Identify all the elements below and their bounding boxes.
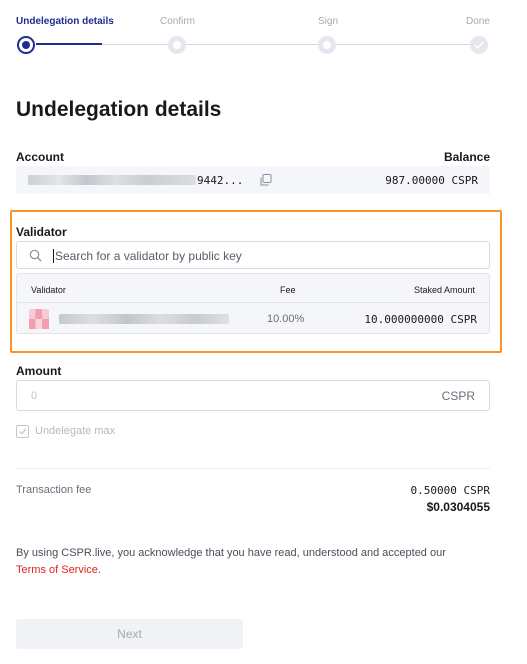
amount-unit: CSPR — [441, 389, 475, 403]
transaction-fee-label: Transaction fee — [16, 484, 92, 496]
text-caret — [53, 249, 54, 263]
account-label: Account — [16, 150, 64, 164]
validator-key-redacted — [59, 314, 229, 324]
column-header-staked-amount: Staked Amount — [413, 285, 475, 295]
validator-avatar — [29, 309, 49, 329]
amount-placeholder: 0 — [31, 390, 38, 402]
account-key-redacted — [28, 175, 196, 185]
account-row: 9442... 987.00000 CSPR — [16, 166, 490, 194]
validator-search-input[interactable]: Search for a validator by public key — [16, 241, 490, 269]
transaction-fee-cspr: 0.50000 CSPR — [410, 484, 490, 497]
checkmark-icon — [19, 428, 27, 435]
step-label-confirm: Confirm — [160, 16, 196, 27]
terms-text: By using CSPR.live, you acknowledge that… — [16, 547, 446, 559]
column-header-validator: Validator — [31, 285, 66, 295]
validator-staked-amount: 10.000000000 CSPR — [364, 313, 477, 326]
account-key: 9442... — [197, 174, 244, 187]
validator-table: Validator Fee Staked Amount 10.00% 10.00… — [16, 273, 490, 334]
terms-suffix: . — [97, 564, 101, 576]
step-connector — [336, 44, 470, 45]
progress-stepper: Undelegation details Confirm Sign Done — [0, 0, 527, 70]
page-title: Undelegation details — [16, 98, 222, 121]
column-header-fee: Fee — [280, 285, 296, 295]
step-connector — [102, 44, 168, 45]
step-indicator-pending — [318, 36, 336, 54]
balance-label: Balance — [443, 150, 490, 164]
section-divider — [16, 468, 490, 469]
step-indicator-pending — [168, 36, 186, 54]
step-connector — [186, 44, 318, 45]
step-indicator-done — [470, 36, 488, 54]
transaction-fee-usd: $0.0304055 — [426, 500, 490, 514]
amount-label: Amount — [16, 364, 62, 378]
balance-value: 987.00000 CSPR — [385, 174, 478, 187]
validator-label: Validator — [16, 225, 67, 239]
copy-icon[interactable] — [259, 173, 273, 187]
step-label-undelegation-details: Undelegation details — [16, 16, 114, 27]
step-label-sign: Sign — [318, 16, 339, 27]
terms-notice: By using CSPR.live, you acknowledge that… — [16, 545, 496, 579]
step-label-done: Done — [466, 16, 490, 27]
undelegate-max-checkbox[interactable] — [16, 425, 29, 438]
search-icon — [29, 249, 42, 262]
validator-fee: 10.00% — [267, 313, 305, 325]
search-placeholder: Search for a validator by public key — [55, 249, 242, 263]
terms-of-service-link[interactable]: Terms of Service — [16, 564, 98, 576]
step-indicator-current — [17, 36, 35, 54]
step-connector-active — [36, 43, 102, 45]
table-divider — [17, 302, 489, 303]
next-button[interactable]: Next — [16, 619, 243, 649]
amount-input[interactable]: 0 CSPR — [16, 380, 490, 411]
undelegate-max-label: Undelegate max — [35, 425, 116, 437]
checkmark-icon — [474, 41, 484, 49]
